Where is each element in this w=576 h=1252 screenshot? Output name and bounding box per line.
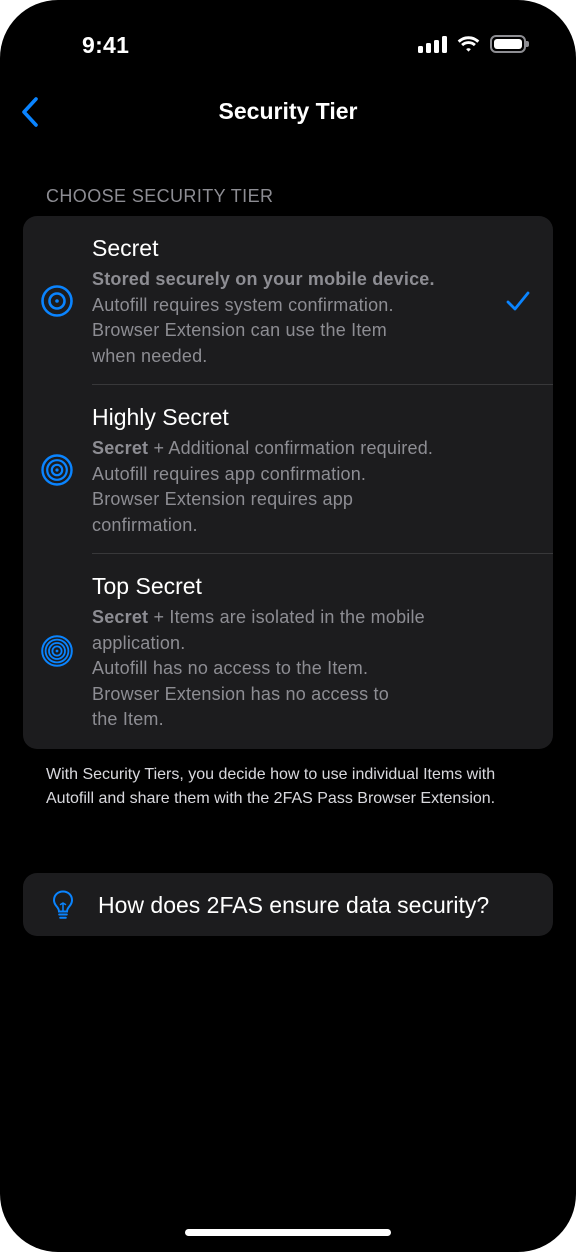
tier-line: Browser Extension has no access to [92,683,389,704]
security-tier-list: Secret Stored securely on your mobile de… [23,216,553,749]
tier-lead-rest: + Items are isolated in the mobile [148,607,425,627]
tier-title: Secret [92,235,159,261]
section-footer: With Security Tiers, you decide how to u… [46,766,496,807]
tier-option-top-secret[interactable]: Top Secret Secret + Items are isolated i… [23,554,553,749]
tier-line: application. [92,632,186,653]
data-security-help-button[interactable]: How does 2FAS ensure data security? [23,873,553,936]
lightbulb-icon [52,890,74,919]
wifi-icon [457,36,480,52]
tier-option-secret[interactable]: Secret Stored securely on your mobile de… [23,216,553,385]
tier-lead: Stored securely on your mobile device. [92,269,435,289]
help-label: How does 2FAS ensure data security? [98,892,490,918]
page-title: Security Tier [218,98,358,124]
tier-lead: Secret [92,438,149,458]
tier-line: confirmation. [92,514,198,535]
top-secret-tier-icon [41,635,73,667]
checkmark-icon [506,291,530,311]
highly-secret-tier-icon [41,454,73,486]
tier-title: Top Secret [92,573,202,599]
tier-line: Autofill requires system confirmation. [92,294,394,315]
status-bar: 9:41 [0,0,576,90]
tier-title: Highly Secret [92,404,229,430]
section-header: CHOOSE SECURITY TIER [46,186,274,206]
cellular-signal-icon [418,35,447,53]
tier-lead: Secret [92,607,149,627]
status-time: 9:41 [82,32,130,58]
battery-icon [490,35,529,53]
tier-lead-rest: + Additional confirmation required. [148,438,434,458]
tier-description: Stored securely on your mobile device. A… [92,267,472,369]
navigation-bar: Security Tier [0,90,576,134]
tier-line: Browser Extension requires app [92,489,354,509]
status-icons [418,35,529,53]
tier-line: the Item. [92,709,164,729]
tier-description: Secret + Items are isolated in the mobil… [92,605,472,733]
home-indicator[interactable] [185,1229,391,1236]
tier-line: Autofill has no access to the Item. [92,658,369,678]
tier-option-highly-secret[interactable]: Highly Secret Secret + Additional confir… [23,385,553,554]
secret-tier-icon [41,285,73,317]
tier-description: Secret + Additional confirmation require… [92,436,472,538]
tier-line: when needed. [92,345,208,366]
phone-screen: 9:41 Security Tier CHOOSE SECURITY TIER [0,0,576,1252]
tier-line: Autofill requires app confirmation. [92,463,367,484]
tier-line: Browser Extension can use the Item [92,320,387,340]
